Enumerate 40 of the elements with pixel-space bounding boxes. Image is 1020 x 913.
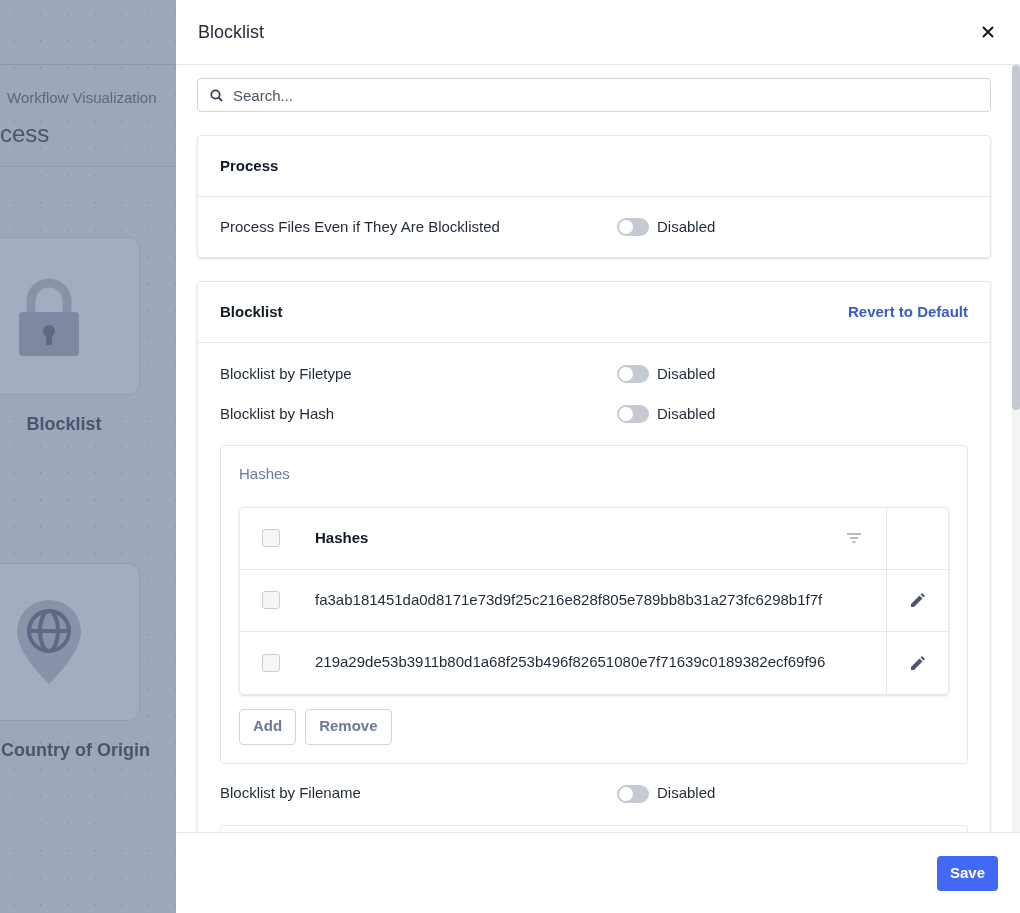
toggle-switch[interactable]	[617, 365, 649, 383]
toggle-state: Disabled	[657, 403, 716, 424]
toggle-switch[interactable]	[617, 218, 649, 236]
search-field[interactable]: Search...	[197, 78, 991, 112]
toggle-switch[interactable]	[617, 784, 649, 803]
setting-label: Blocklist by Hash	[220, 403, 336, 424]
table-action-button[interactable]: Remove	[305, 708, 392, 745]
revert-link[interactable]: Revert to Default	[847, 300, 968, 324]
edit-pencil-icon[interactable]	[910, 593, 925, 607]
table-cell-text: fa3ab181451da0d8171e73d9f25c216e828f805e789bb8b31a273fc6298b1f7f	[315, 589, 824, 610]
breadcrumb-link[interactable]: Workflow Visualization	[0, 65, 176, 110]
toggle-state: Disabled	[657, 363, 716, 384]
toggle-state: Disabled	[657, 216, 716, 237]
section-title: Blocklist	[220, 301, 283, 322]
search-icon	[210, 89, 223, 102]
checkbox[interactable]	[262, 591, 280, 609]
panel-label: Hashes	[239, 464, 291, 484]
setting-label: Blocklist by Filetype	[220, 363, 353, 384]
save-button[interactable]: Save	[936, 855, 998, 891]
drawer-title: Blocklist	[198, 20, 264, 44]
edit-pencil-icon[interactable]	[910, 655, 925, 670]
workflow-node-card[interactable]	[0, 562, 140, 721]
setting-label: Process Files Even if They Are Blocklisted	[220, 216, 501, 237]
table-cell-text: 219a29de53b3911b80d1a68f253b496f82651080e7f71639c0189382ecf69f96	[315, 652, 827, 673]
workflow-node-card[interactable]	[0, 236, 140, 395]
section-title: Process	[220, 155, 279, 176]
checkbox[interactable]	[262, 653, 280, 672]
setting-label: Blocklist by Filename	[220, 783, 362, 804]
page-title: cess	[0, 118, 51, 149]
node-label: Blocklist	[26, 412, 102, 436]
filter-icon[interactable]	[847, 533, 861, 543]
toggle-state: Disabled	[657, 783, 716, 804]
checkbox[interactable]	[262, 529, 280, 547]
toggle-switch[interactable]	[617, 405, 649, 423]
table-action-button[interactable]: Add	[239, 708, 297, 745]
close-icon	[981, 25, 995, 39]
location-globe-icon	[16, 598, 82, 685]
column-header: Hashes	[315, 527, 370, 548]
node-label: Country of Origin	[1, 738, 150, 762]
scrollbar-thumb[interactable]	[1012, 65, 1020, 410]
